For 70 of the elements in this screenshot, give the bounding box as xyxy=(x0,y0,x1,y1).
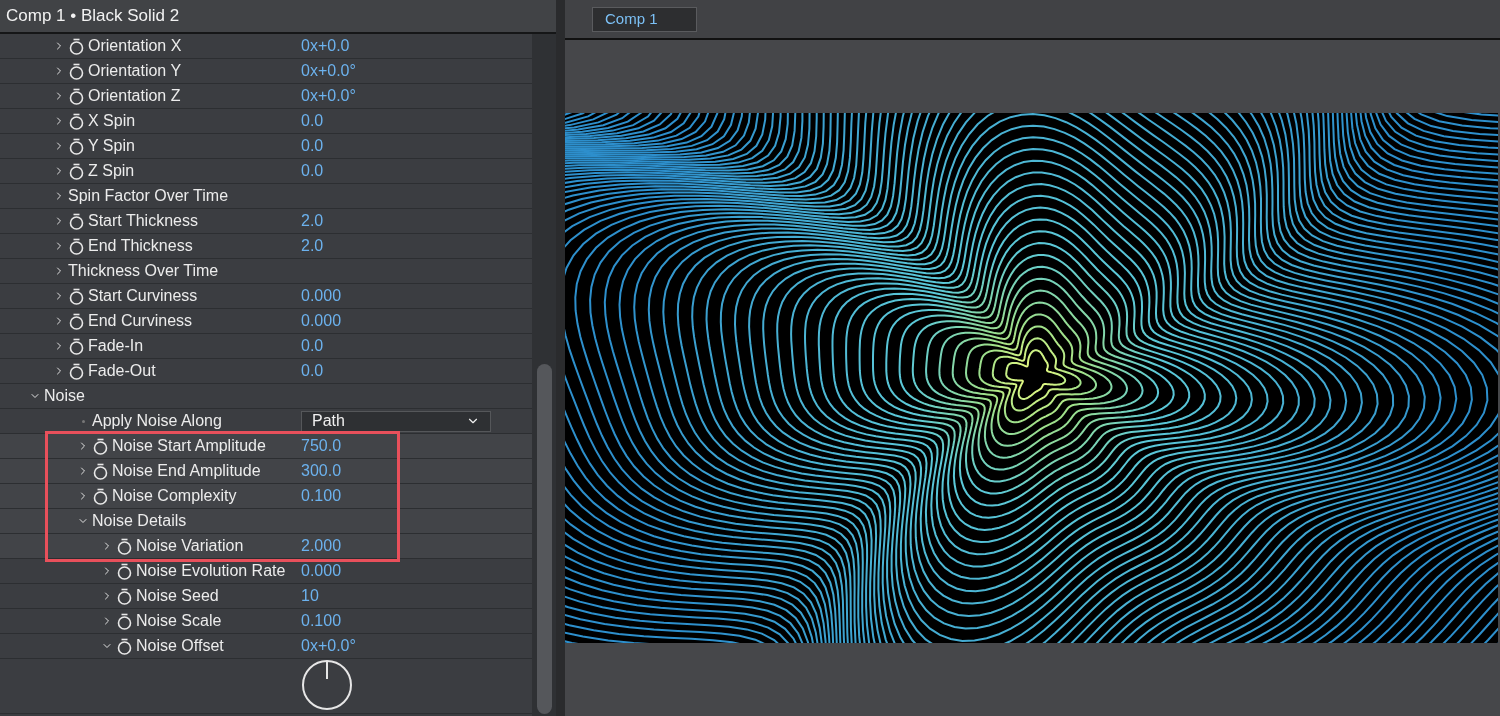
composition-tab[interactable]: Comp 1 xyxy=(592,6,697,32)
property-label: Noise Variation xyxy=(136,536,244,556)
property-value[interactable]: 0.0 xyxy=(301,159,324,183)
property-value[interactable]: 0x+0.0 xyxy=(301,34,350,58)
property-label: End Thickness xyxy=(88,236,193,256)
property-label: Noise End Amplitude xyxy=(112,461,261,481)
property-label: Fade-Out xyxy=(88,361,156,381)
property-value[interactable]: 750.0 xyxy=(301,434,342,458)
angle-dial[interactable] xyxy=(301,659,353,711)
property-label: Noise Complexity xyxy=(112,486,237,506)
property-value[interactable]: 0.000 xyxy=(301,284,342,308)
stopwatch-icon[interactable] xyxy=(69,37,84,55)
property-label: Start Curviness xyxy=(88,286,198,306)
property-value[interactable]: 0x+0.0° xyxy=(301,634,356,658)
property-label: Start Thickness xyxy=(88,211,198,231)
stopwatch-icon[interactable] xyxy=(117,587,132,605)
property-label: Orientation X xyxy=(88,36,182,56)
property-label: Noise Seed xyxy=(136,586,219,606)
stopwatch-icon[interactable] xyxy=(117,612,132,630)
property-label: Y Spin xyxy=(88,136,135,156)
stopwatch-icon[interactable] xyxy=(117,537,132,555)
group-label: Noise Details xyxy=(92,511,187,531)
stopwatch-icon[interactable] xyxy=(69,237,84,255)
stopwatch-icon[interactable] xyxy=(69,62,84,80)
property-value[interactable]: 0x+0.0° xyxy=(301,84,356,108)
property-label: Orientation Y xyxy=(88,61,182,81)
group-label: Noise xyxy=(44,386,85,406)
property-label: End Curviness xyxy=(88,311,193,331)
scrollbar-thumb[interactable] xyxy=(537,364,552,714)
stopwatch-icon[interactable] xyxy=(69,212,84,230)
property-value[interactable]: 300.0 xyxy=(301,459,342,483)
stopwatch-icon[interactable] xyxy=(93,462,108,480)
property-label: Noise Scale xyxy=(136,611,222,631)
property-value[interactable]: 0.000 xyxy=(301,559,342,583)
property-value[interactable]: 10 xyxy=(301,584,319,608)
group-label: Spin Factor Over Time xyxy=(68,186,229,206)
property-value[interactable]: 2.0 xyxy=(301,209,324,233)
stopwatch-icon[interactable] xyxy=(93,437,108,455)
group-label: Thickness Over Time xyxy=(68,261,219,281)
property-label: Noise Start Amplitude xyxy=(112,436,266,456)
stopwatch-icon[interactable] xyxy=(117,637,132,655)
property-value[interactable]: 0.0 xyxy=(301,109,324,133)
property-label: Fade-In xyxy=(88,336,144,356)
property-value[interactable]: 0.000 xyxy=(301,309,342,333)
stopwatch-icon[interactable] xyxy=(117,562,132,580)
property-label: Noise Offset xyxy=(136,636,224,656)
stopwatch-icon[interactable] xyxy=(69,337,84,355)
stopwatch-icon[interactable] xyxy=(69,312,84,330)
stopwatch-icon[interactable] xyxy=(69,362,84,380)
stopwatch-icon[interactable] xyxy=(69,112,84,130)
property-value[interactable]: 0.0 xyxy=(301,359,324,383)
property-value[interactable]: 0.100 xyxy=(301,609,342,633)
property-label: Noise Evolution Rate xyxy=(136,561,286,581)
stopwatch-icon[interactable] xyxy=(69,137,84,155)
stopwatch-icon[interactable] xyxy=(69,287,84,305)
property-label: Apply Noise Along xyxy=(92,411,222,431)
stopwatch-icon[interactable] xyxy=(93,487,108,505)
stopwatch-icon[interactable] xyxy=(69,162,84,180)
property-label: Z Spin xyxy=(88,161,135,181)
property-value[interactable]: 2.0 xyxy=(301,234,324,258)
stopwatch-icon[interactable] xyxy=(69,87,84,105)
property-value[interactable]: 0.100 xyxy=(301,484,342,508)
noise-mode-dropdown[interactable]: Path xyxy=(301,410,491,432)
property-value[interactable]: 2.000 xyxy=(301,534,342,558)
property-label: Orientation Z xyxy=(88,86,181,106)
property-value[interactable]: 0.0 xyxy=(301,134,324,158)
property-value[interactable]: 0x+0.0° xyxy=(301,59,356,83)
property-value[interactable]: 0.0 xyxy=(301,334,324,358)
property-label: X Spin xyxy=(88,111,136,131)
layer-title: Comp 1 • Black Solid 2 xyxy=(6,4,180,27)
